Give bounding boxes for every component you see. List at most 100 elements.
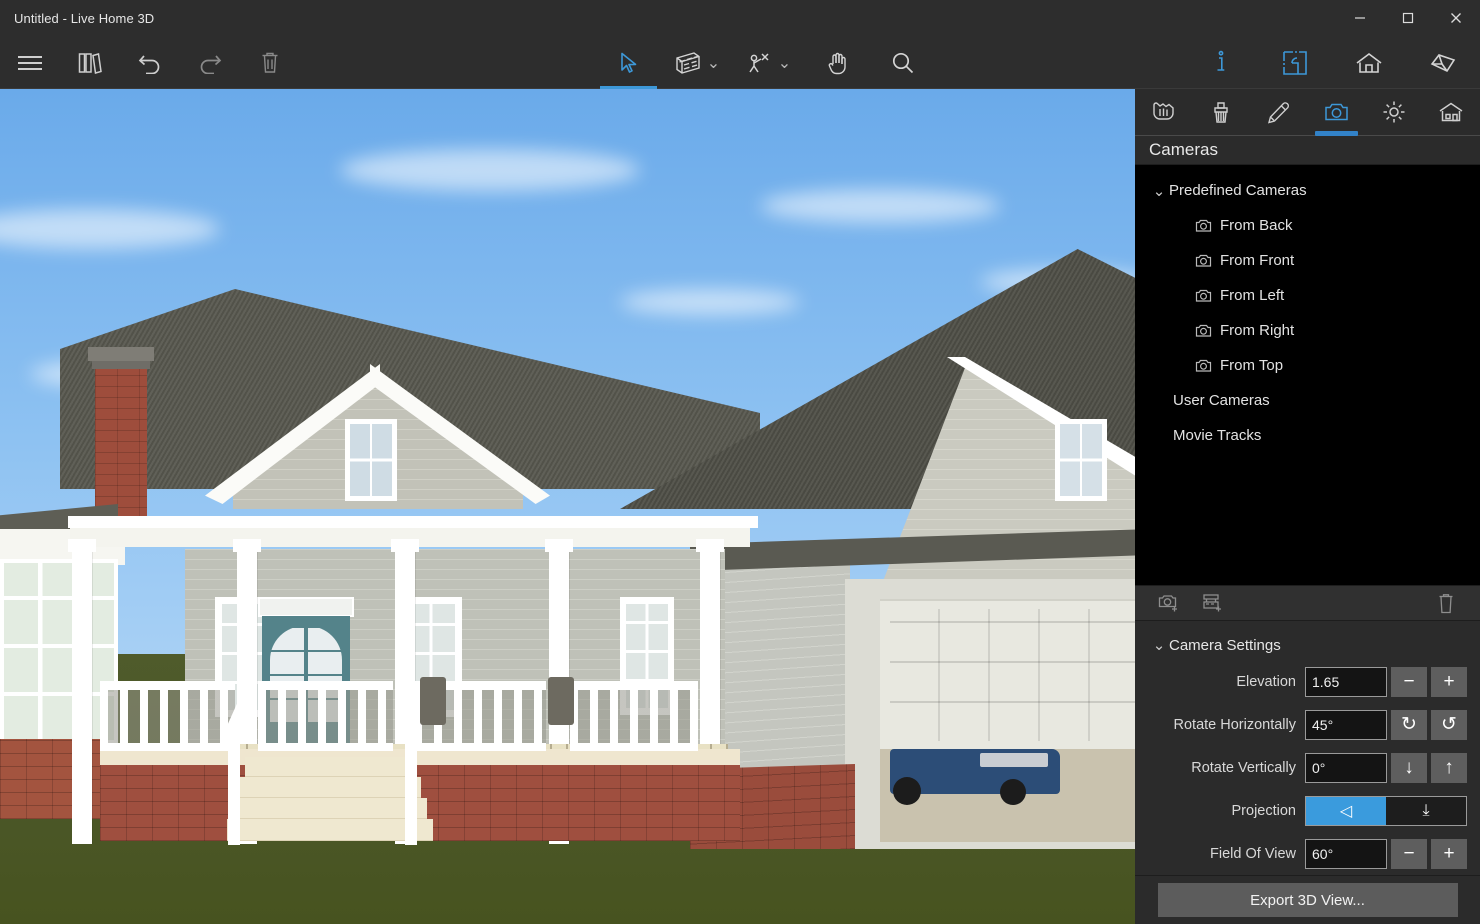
chevron-down-icon[interactable]: ⌄ [1149, 636, 1169, 654]
rotate-vertically-label: Rotate Vertically [1191, 759, 1296, 776]
tree-group-predefined-cameras[interactable]: ⌄ Predefined Cameras [1135, 173, 1480, 208]
rotate-vertically-input[interactable]: 0° [1305, 752, 1387, 783]
rotate-horizontally-row: Rotate Horizontally 45° ↻ ↺ [1135, 703, 1480, 746]
porch-chair [420, 677, 446, 725]
inspector-tab[interactable] [1184, 36, 1258, 89]
elevation-tab[interactable] [1332, 36, 1406, 89]
front-steps [227, 757, 433, 841]
undo-icon[interactable] [120, 36, 180, 89]
garage-door-panels [890, 609, 1135, 741]
rotate-down-button[interactable]: ↓ [1391, 752, 1427, 783]
camera-settings: ⌄ Camera Settings Elevation 1.65 − + Rot… [1135, 621, 1480, 876]
field-of-view-input[interactable]: 60° [1305, 838, 1387, 869]
add-camera-icon[interactable] [1147, 585, 1191, 621]
porch-column-cap [545, 539, 573, 552]
select-tool[interactable] [596, 36, 661, 89]
car-wheel [893, 777, 921, 805]
camera-item-from-top[interactable]: From Top [1135, 348, 1480, 383]
perspective-projection-button[interactable]: ◁ [1306, 796, 1386, 825]
projection-segmented-control: ◁ ⤓ [1305, 795, 1467, 826]
redo-icon[interactable] [180, 36, 240, 89]
porch-column-cap [233, 539, 261, 552]
elevation-label: Elevation [1236, 673, 1296, 690]
camera-icon [1195, 323, 1212, 338]
camera-settings-header[interactable]: ⌄ Camera Settings [1135, 630, 1480, 660]
rotate-up-button[interactable]: ↑ [1431, 752, 1467, 783]
car-wheel [1000, 779, 1026, 805]
rotate-clockwise-button[interactable]: ↻ [1391, 709, 1427, 740]
elevation-input[interactable]: 1.65 [1305, 666, 1387, 697]
tree-group-movie-tracks[interactable]: Movie Tracks [1135, 418, 1480, 453]
edit-tab[interactable] [1250, 89, 1308, 136]
zoom-tool[interactable] [870, 36, 935, 89]
camera-item-from-front[interactable]: From Front [1135, 243, 1480, 278]
camera-list-toolbar [1135, 585, 1480, 622]
rotate-vertically-row: Rotate Vertically 0° ↓ ↑ [1135, 746, 1480, 789]
pan-tool[interactable] [805, 36, 870, 89]
cloud [760, 189, 1000, 223]
projection-label: Projection [1231, 802, 1296, 819]
porch-column-cap [68, 539, 96, 552]
light-tab[interactable] [1365, 89, 1423, 136]
titlebar: Untitled - Live Home 3D [0, 0, 1480, 36]
camera-tree: ⌄ Predefined Cameras From Back From Fron… [1135, 165, 1480, 586]
gable-window-glass [1060, 424, 1102, 496]
elevation-decrement-button[interactable]: − [1391, 666, 1427, 697]
elevation-increment-button[interactable]: + [1431, 666, 1467, 697]
porch-column-cap [391, 539, 419, 552]
tree-group-label: Movie Tracks [1173, 427, 1262, 445]
material-tab[interactable] [1193, 89, 1251, 136]
export-3d-view-button[interactable]: Export 3D View... [1157, 883, 1458, 918]
door-transom [258, 597, 354, 617]
elevation-row: Elevation 1.65 − + [1135, 660, 1480, 703]
library-icon[interactable] [60, 36, 120, 89]
rotate-horizontally-input[interactable]: 45° [1305, 709, 1387, 740]
porch-column-cap [696, 539, 724, 552]
tree-group-label: Predefined Cameras [1169, 182, 1307, 200]
toolbar-right-group [1184, 36, 1480, 89]
camera-label: From Left [1220, 287, 1285, 305]
dimension-tool[interactable]: ⌄ [733, 36, 805, 89]
toolbar-center-group: ⌄ ⌄ [596, 36, 935, 89]
orthographic-projection-button[interactable]: ⤓ [1386, 796, 1466, 825]
chimney-cap-lower [92, 361, 150, 369]
rotate-horizontally-label: Rotate Horizontally [1173, 716, 1297, 733]
floorplan-tab[interactable] [1258, 36, 1332, 89]
field-of-view-label: Field Of View [1210, 845, 1296, 862]
camera-item-from-right[interactable]: From Right [1135, 313, 1480, 348]
camera-icon [1195, 218, 1212, 233]
minimize-button[interactable] [1336, 0, 1384, 36]
cameras-tab[interactable] [1308, 89, 1366, 136]
view3d-tab[interactable] [1406, 36, 1480, 89]
porch-column [72, 544, 92, 844]
delete-icon[interactable] [240, 36, 300, 89]
chevron-down-icon[interactable]: ⌄ [1149, 182, 1169, 200]
3d-viewport[interactable] [0, 89, 1135, 924]
projection-row: Projection ◁ ⤓ [1135, 789, 1480, 832]
camera-icon [1195, 253, 1212, 268]
dormer-window-glass [350, 424, 392, 496]
object-tab[interactable] [1135, 89, 1193, 136]
fov-decrement-button[interactable]: − [1391, 838, 1427, 869]
menu-icon[interactable] [0, 36, 60, 89]
add-movie-track-icon[interactable] [1191, 585, 1235, 621]
wall-tool[interactable]: ⌄ [661, 36, 733, 89]
camera-icon [1195, 288, 1212, 303]
chevron-down-icon[interactable]: ⌄ [707, 53, 720, 73]
porch-railing [570, 681, 698, 751]
camera-label: From Front [1220, 252, 1295, 270]
car-window [980, 753, 1048, 767]
chevron-down-icon[interactable]: ⌄ [778, 53, 791, 73]
camera-item-from-left[interactable]: From Left [1135, 278, 1480, 313]
tree-group-user-cameras[interactable]: User Cameras [1135, 383, 1480, 418]
rotate-counterclockwise-button[interactable]: ↺ [1431, 709, 1467, 740]
fov-increment-button[interactable]: + [1431, 838, 1467, 869]
delete-icon[interactable] [1424, 585, 1468, 621]
close-button[interactable] [1432, 0, 1480, 36]
camera-item-from-back[interactable]: From Back [1135, 208, 1480, 243]
window-controls [1336, 0, 1480, 36]
panel-title: Cameras [1135, 136, 1480, 166]
camera-icon [1195, 358, 1212, 373]
maximize-button[interactable] [1384, 0, 1432, 36]
site-tab[interactable] [1423, 89, 1480, 136]
